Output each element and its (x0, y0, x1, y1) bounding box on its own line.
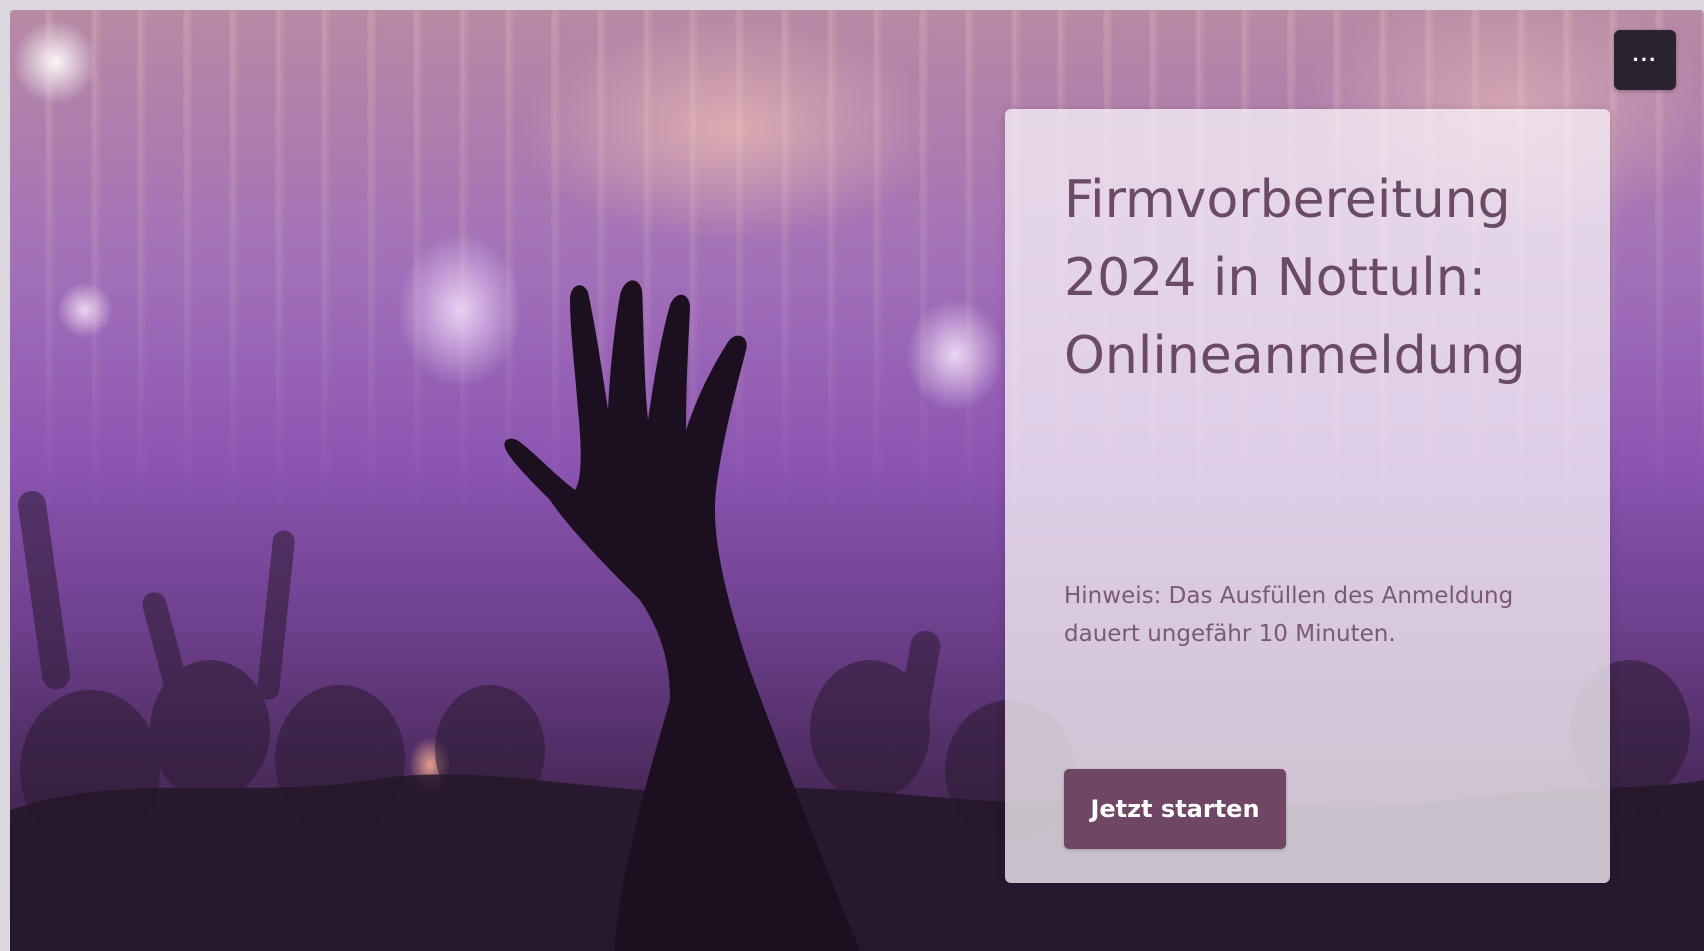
ellipsis-icon: ··· (1632, 47, 1658, 72)
start-button[interactable]: Jetzt starten (1064, 769, 1286, 849)
form-hint: Hinweis: Das Ausfüllen des Anmeldung dau… (1064, 583, 1514, 647)
form-welcome-page: ··· Firmvorbereitung 2024 in Nottuln: On… (10, 10, 1704, 951)
welcome-card: Firmvorbereitung 2024 in Nottuln: Online… (1005, 109, 1610, 883)
form-title: Firmvorbereitung 2024 in Nottuln: Online… (1064, 170, 1526, 386)
more-options-button[interactable]: ··· (1614, 30, 1676, 90)
